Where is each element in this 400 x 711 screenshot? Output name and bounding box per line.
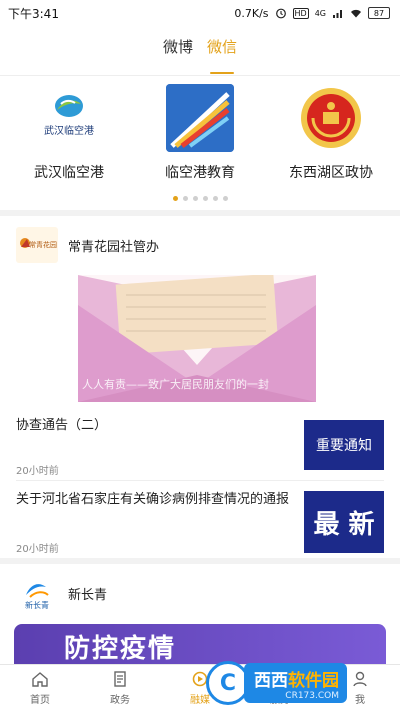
account-name: 东西湖区政协 — [289, 165, 373, 181]
emblem-icon — [301, 88, 361, 148]
xinchangqing-logo-icon: 新长青 — [25, 584, 49, 610]
logo-text: 武汉临空港 — [44, 124, 94, 137]
watermark-title-a: 西西 — [254, 671, 288, 691]
banner-caption: 人人有责——致广大居民朋友们的一封 — [82, 378, 269, 391]
banner-text: 防控疫情 — [64, 634, 177, 664]
feed-card-header[interactable]: 常青花园 常青花园社管办 — [0, 222, 400, 268]
hd-badge: HD — [292, 7, 309, 19]
status-bar: 下午3:41 0.7K/s HD 4G 87 — [0, 0, 400, 26]
thumb-text: 重要通知 — [316, 438, 372, 454]
thumb-text: 最 新 — [313, 509, 375, 540]
lingkonggang-logo-icon: 武汉临空港 — [44, 95, 94, 137]
lingkonggang-education-logo — [166, 84, 234, 152]
article-banner-image[interactable]: 防控疫情 — [14, 624, 386, 664]
news-title: 关于河北省石家庄有关确诊病例排查情况的通报 — [16, 492, 290, 507]
news-time: 20小时前 — [16, 466, 59, 477]
alarm-icon — [275, 8, 286, 19]
carousel-indicator — [0, 196, 400, 201]
carousel-dot[interactable] — [222, 196, 228, 201]
account-item-wuhan-lingkonggang[interactable]: 武汉临空港 武汉临空港 — [4, 84, 134, 182]
news-title: 协查通告（二） — [16, 418, 108, 433]
carousel-dot[interactable] — [202, 196, 208, 201]
avatar: 新长青 — [16, 575, 58, 611]
carousel-dot[interactable] — [172, 196, 178, 201]
wuhan-lingkonggang-logo: 武汉临空港 — [35, 84, 103, 152]
org-name: 常青花园社管办 — [68, 239, 160, 255]
tab-wechat[interactable]: 微信 — [207, 34, 237, 74]
avatar: 常青花园 — [16, 227, 58, 263]
news-thumbnail: 最 新 — [304, 491, 384, 553]
article-banner-image[interactable]: 人人有责——致广大居民朋友们的一封 — [78, 275, 316, 402]
avatar-text: 常青花园 — [29, 240, 57, 249]
account-item-lingkonggang-education[interactable]: 临空港教育 — [135, 84, 265, 182]
network-type: 4G — [314, 8, 326, 18]
account-item-dongxihu-cppcc[interactable]: 东西湖区政协 — [266, 84, 396, 182]
wifi-icon — [351, 9, 361, 18]
feed-card-header[interactable]: 新长青 新长青 — [0, 570, 400, 616]
carousel-dot[interactable] — [212, 196, 218, 201]
battery-icon: 87 — [368, 7, 390, 19]
news-thumbnail: 重要通知 — [304, 420, 384, 470]
document-icon — [114, 671, 126, 687]
section-divider — [0, 558, 400, 564]
watermark-box: 西西软件园 CR173.COM — [244, 663, 347, 703]
watermark-title-b: 软件园 — [288, 671, 339, 691]
org-name: 新长青 — [68, 587, 108, 603]
avatar-text: 新长青 — [25, 600, 49, 610]
account-name: 临空港教育 — [165, 165, 235, 181]
education-logo-icon — [166, 84, 234, 152]
news-time: 20小时前 — [16, 544, 59, 555]
account-carousel[interactable]: 武汉临空港 武汉临空港 临空港教育 东西湖区政协 — [0, 75, 400, 210]
changqing-garden-logo-icon: 常青花园 — [16, 227, 58, 263]
nav-label: 首页 — [30, 695, 50, 706]
status-indicators: 0.7K/s HD 4G 87 — [234, 7, 390, 20]
watermark-subtitle: CR173.COM — [285, 691, 339, 701]
top-tab-bar: 微博 微信 — [0, 34, 400, 74]
nav-label: 政务 — [110, 695, 130, 706]
account-name: 武汉临空港 — [34, 165, 104, 181]
divider — [16, 480, 384, 481]
home-icon — [32, 672, 48, 687]
status-time: 下午3:41 — [8, 6, 59, 21]
nav-government[interactable]: 政务 — [80, 665, 160, 711]
site-watermark: C 西西软件园 CR173.COM — [206, 660, 386, 706]
section-divider — [0, 210, 400, 216]
signal-icon — [333, 10, 342, 18]
nav-home[interactable]: 首页 — [0, 665, 80, 711]
dongxihu-cppcc-logo — [297, 84, 365, 152]
watermark-title: 西西软件园 — [254, 666, 339, 691]
carousel-dot[interactable] — [192, 196, 198, 201]
network-speed: 0.7K/s — [234, 6, 269, 20]
tab-weibo[interactable]: 微博 — [163, 34, 193, 68]
carousel-dot[interactable] — [182, 196, 188, 201]
